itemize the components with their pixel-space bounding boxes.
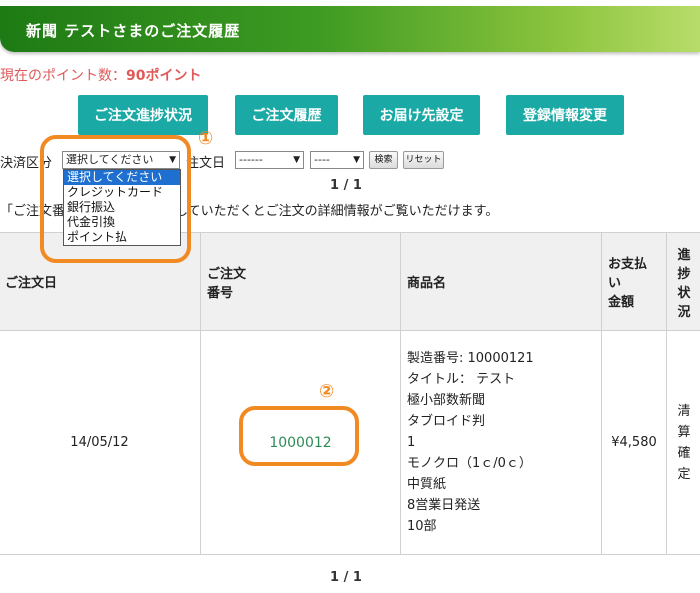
order-progress-button[interactable]: ご注文進捗状況 [78, 95, 208, 135]
order-month-value: ---- [314, 153, 330, 166]
reset-button[interactable]: リセット [403, 151, 444, 169]
header-order-number: ご注文 番号 [200, 232, 401, 331]
account-info-button[interactable]: 登録情報変更 [506, 95, 624, 135]
hint-text-right: していただくとご注文の詳細情報がご覧いただけます。 [175, 204, 499, 219]
points-label: 現在のポイント数： [0, 68, 126, 84]
order-year-select[interactable]: ------ ▼ [235, 151, 304, 169]
page-header-bar: 新聞 テストさまのご注文履歴 [0, 6, 700, 52]
chevron-down-icon: ▼ [353, 155, 360, 165]
search-button[interactable]: 検索 [369, 151, 398, 169]
annotation-marker-1: ① [198, 128, 214, 149]
product-line: 10部 [407, 519, 437, 534]
order-date-label: 注文日 [186, 156, 226, 171]
status-cell: 清算確定 [666, 330, 700, 555]
points-display: 現在のポイント数：90ポイント [0, 65, 201, 85]
product-line: 製造番号: 10000121 [407, 351, 534, 366]
order-month-select[interactable]: ---- ▼ [310, 151, 364, 169]
pagination-top: 1 / 1 [330, 178, 362, 193]
product-line: 8営業日発送 [407, 498, 481, 513]
order-history-table: ご注文日 ご注文 番号 商品名 お支払い金額 進捗状況 14/05/12 1000… [0, 232, 700, 555]
chevron-down-icon: ▼ [293, 155, 300, 165]
product-line: タブロイド判 [407, 414, 486, 429]
page-title: 新聞 テストさまのご注文履歴 [26, 22, 241, 40]
order-date-cell: 14/05/12 [0, 330, 201, 555]
header-amount: お支払い金額 [601, 232, 667, 331]
product-line: 極小部数新聞 [407, 393, 486, 408]
amount-cell: ¥4,580 [601, 330, 667, 555]
annotation-marker-2: ② [319, 381, 335, 402]
annotation-highlight-1 [40, 135, 191, 263]
product-name-cell: 製造番号: 10000121 タイトル： テスト 極小部数新聞 タブロイド判 1… [400, 330, 602, 555]
header-status: 進捗状況 [666, 232, 700, 331]
order-year-value: ------ [239, 153, 263, 166]
product-line: モノクロ（1ｃ/0ｃ） [407, 456, 532, 471]
delivery-address-button[interactable]: お届け先設定 [363, 95, 480, 135]
pagination-bottom: 1 / 1 [330, 570, 362, 585]
product-line: 中質紙 [407, 477, 447, 492]
order-history-button[interactable]: ご注文履歴 [235, 95, 338, 135]
product-line: 1 [407, 435, 416, 450]
points-value: 90ポイント [126, 68, 202, 84]
header-product-name: 商品名 [400, 232, 602, 331]
product-line: タイトル： テスト [407, 372, 516, 387]
annotation-highlight-2 [239, 406, 359, 466]
